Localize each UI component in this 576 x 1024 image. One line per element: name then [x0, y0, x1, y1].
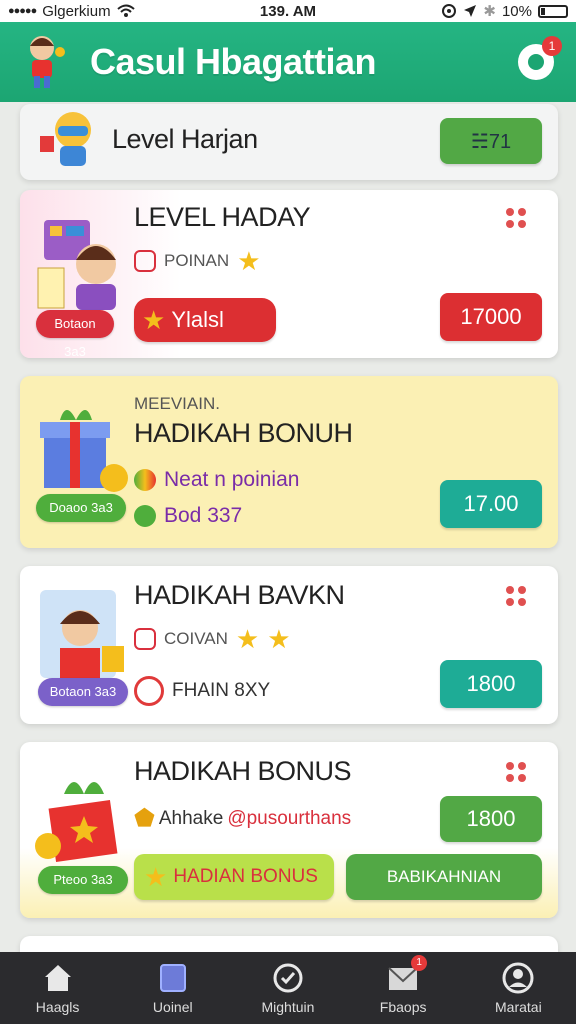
status-label: FHAIN 8XY — [172, 680, 271, 701]
bonus-action-button[interactable]: ★ HADIAN BONUS — [134, 854, 334, 900]
coin-icon — [134, 628, 156, 650]
rank-tag: Doaoo 3a3 — [36, 494, 126, 522]
card-title: HADIKAH BONUH — [134, 418, 353, 448]
points-row: POINAN ★ — [134, 248, 261, 274]
status-bar: ●●●●● Glgerkium 139. AM ✱ 10% — [0, 0, 576, 22]
share-handle[interactable]: @pusourthans — [227, 808, 351, 830]
level-card-harjan[interactable]: Level Harjan ☵71 — [20, 104, 558, 180]
character-icon — [40, 590, 124, 678]
tab-label: Maratai — [495, 999, 542, 1015]
location-icon — [464, 5, 477, 17]
bonus-label: Bod 337 — [164, 504, 243, 527]
tab-label: Haagls — [35, 999, 80, 1015]
bonus-card-hadikah[interactable]: Doaoo 3a3 MEEVIAIN. HADIKAH BONUH Neat n… — [20, 376, 558, 548]
star-icon: ★ — [235, 624, 260, 654]
gift-icon — [35, 782, 118, 863]
tab-mission[interactable]: Mightuin — [238, 961, 338, 1015]
points-row: COIVAN ★ ★ — [134, 626, 291, 652]
price-button[interactable]: 1800 — [440, 796, 542, 842]
card-title: Level Harjan — [112, 124, 258, 154]
mascot-avatar[interactable] — [18, 32, 66, 92]
more-options-icon[interactable] — [506, 762, 528, 784]
status-row: FHAIN 8XY — [134, 676, 270, 706]
more-options-icon[interactable] — [506, 208, 528, 230]
gift-icon — [40, 410, 128, 492]
price-button[interactable]: 17.00 — [440, 480, 542, 528]
tab-online[interactable]: Uoinel — [123, 961, 223, 1015]
tab-badge: 1 — [411, 955, 428, 971]
tab-home[interactable]: Haagls — [8, 961, 108, 1015]
points-label: POINAN — [164, 251, 230, 270]
settings-button[interactable]: 1 — [518, 36, 562, 80]
signal-icon: ●●●●● — [8, 5, 37, 17]
tab-profile[interactable]: Maratai — [468, 961, 568, 1015]
level-card-haday[interactable]: Botaon 3a3 LEVEL HADAY POINAN ★ ★ Ylalsl… — [20, 190, 558, 359]
tab-label: Fbaops — [379, 999, 427, 1015]
points-label: COIVAN — [164, 629, 228, 648]
dollar-icon — [134, 505, 156, 527]
star-icon: ★ — [144, 862, 168, 892]
card-title: HADIKAH BONUS — [134, 756, 352, 786]
bonus-row: Bod 337 — [134, 504, 242, 528]
bottom-tab-bar: Haagls Uoinel Mightuin 1 Fbaops Maratai — [0, 952, 576, 1024]
share-label: Ahhake — [158, 807, 224, 829]
tab-inbox[interactable]: 1 Fbaops — [353, 955, 453, 1015]
card-title: HADIKAH BAVKN — [134, 580, 345, 610]
price-button[interactable]: 1800 — [440, 660, 542, 708]
coin-icon — [134, 250, 156, 272]
rank-tag: Botaon 3a3 — [38, 678, 128, 706]
points-row: Neat n poinian — [134, 468, 299, 492]
share-row: ⬟ Ahhake @pusourthans — [134, 804, 351, 833]
points-label: Neat n poinian — [164, 468, 300, 491]
app-title: Casul Hbagattian — [90, 41, 377, 82]
alarm-icon — [442, 4, 457, 18]
action-button[interactable]: ★ Ylalsl — [134, 298, 276, 342]
claim-button[interactable]: BABIKAHNIAN — [346, 854, 542, 900]
tab-label: Uoinel — [152, 999, 193, 1015]
bonus-action-label: HADIAN BONUS — [173, 866, 318, 887]
bluetooth-icon: ✱ — [483, 3, 496, 20]
rank-tag: Botaon 3a3 — [36, 310, 114, 359]
battery-percent: 10% — [501, 2, 532, 20]
tablet-icon — [159, 964, 186, 992]
app-header: Casul Hbagattian 1 — [0, 22, 576, 102]
carrier-label: Glgerkium — [42, 2, 111, 20]
character-icon — [37, 220, 116, 310]
price-button[interactable]: 17000 — [440, 293, 542, 341]
star-icon: ★ — [237, 246, 261, 276]
status-time: 139. AM — [259, 2, 317, 20]
star-icon: ★ — [142, 305, 166, 335]
notification-badge: 1 — [542, 36, 562, 56]
card-label: MEEVIAIN. — [134, 394, 220, 413]
level-button[interactable]: ☵71 — [440, 118, 542, 164]
home-icon — [44, 965, 71, 991]
bonus-card-bavkn[interactable]: Botaon 3a3 HADIKAH BAVKN COIVAN ★ ★ FHAI… — [20, 566, 558, 724]
star-icon: ★ — [267, 624, 291, 654]
profile-icon — [502, 962, 534, 994]
rank-tag: Pteoo 3a3 — [38, 866, 128, 894]
alert-icon — [134, 676, 164, 706]
tab-label: Mightuin — [261, 999, 315, 1015]
character-icon — [40, 112, 91, 166]
more-options-icon[interactable] — [506, 586, 528, 608]
shield-icon: ⬟ — [134, 805, 155, 832]
battery-icon — [538, 4, 568, 18]
check-circle-icon — [273, 963, 303, 993]
bonus-card-hadikah-bonus[interactable]: Pteoo 3a3 HADIKAH BONUS ⬟ Ahhake @pusour… — [20, 742, 558, 918]
action-label: Ylalsl — [171, 307, 224, 332]
card-title: LEVEL HADAY — [134, 202, 311, 232]
shield-icon — [134, 469, 156, 491]
wifi-icon — [116, 4, 135, 17]
